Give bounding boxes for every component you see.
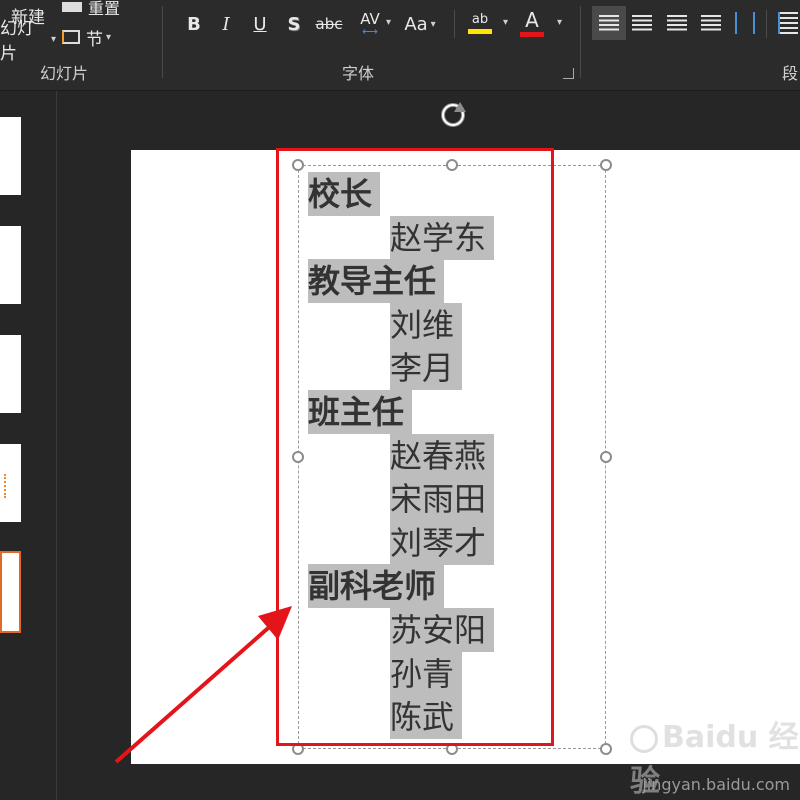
highlight-color-bar <box>468 29 492 34</box>
chevron-down-icon: ▾ <box>106 31 112 43</box>
toolbar-separator <box>766 10 767 38</box>
font-color-button[interactable]: A <box>518 8 546 38</box>
align-center-icon[interactable] <box>632 15 652 31</box>
justify-icon[interactable] <box>701 15 721 31</box>
dialog-launcher-icon[interactable] <box>563 68 574 79</box>
group-label-paragraph: 段 <box>782 64 799 83</box>
reset-icon <box>62 2 82 12</box>
highlight-button[interactable]: ab <box>466 8 494 38</box>
shadow-button[interactable]: S <box>284 12 304 36</box>
resize-handle-bottom-right[interactable] <box>600 743 612 755</box>
change-case-button[interactable]: Aa ▾ <box>400 12 440 36</box>
section-icon <box>62 30 80 44</box>
align-right-icon[interactable] <box>667 15 687 31</box>
group-label-slides: 幻灯片 <box>40 64 89 83</box>
slide-thumbnail-selected[interactable] <box>0 551 21 633</box>
chevron-down-icon: ▾ <box>430 18 436 30</box>
toolbar-separator <box>454 10 455 38</box>
chevron-down-icon: ▾ <box>557 17 563 28</box>
rotate-handle-icon[interactable] <box>438 100 468 130</box>
char-spacing-button[interactable]: AV ⟷ <box>350 8 390 38</box>
distributed-align-icon[interactable] <box>735 12 755 34</box>
annotation-highlight-box <box>276 148 554 746</box>
new-slide-button[interactable]: 幻灯片 ▾ <box>0 19 56 64</box>
double-arrow-icon: ⟷ <box>362 25 378 38</box>
underline-button[interactable]: U <box>250 12 270 36</box>
font-color-bar <box>520 31 544 37</box>
slide-thumbnail[interactable] <box>0 444 21 522</box>
thumbnail-content <box>4 474 14 498</box>
chevron-down-icon: ▾ <box>503 17 509 28</box>
group-separator <box>580 6 581 78</box>
strikethrough-button[interactable]: abc <box>314 12 344 36</box>
bold-button[interactable]: B <box>184 12 204 36</box>
watermark-url: jingyan.baidu.com <box>642 775 790 794</box>
paw-icon <box>630 724 658 753</box>
align-left-button[interactable] <box>592 6 626 40</box>
columns-icon[interactable] <box>778 12 798 34</box>
ribbon: 新建 幻灯片 ▾ 重置 节 ▾ 幻灯片 B I U S abc AV ⟷ ▾ Aa ▾… <box>0 0 800 91</box>
resize-handle-right[interactable] <box>600 451 612 463</box>
section-button[interactable]: 节 ▾ <box>62 26 112 50</box>
resize-handle-top-right[interactable] <box>600 159 612 171</box>
slide-thumbnail[interactable] <box>0 117 21 195</box>
align-left-icon <box>599 15 619 31</box>
slide-thumbnail[interactable] <box>0 335 21 413</box>
italic-button[interactable]: I <box>216 12 236 36</box>
chevron-down-icon: ▾ <box>386 17 392 28</box>
chevron-down-icon: ▾ <box>50 33 56 45</box>
group-label-font: 字体 <box>342 64 375 83</box>
group-separator <box>162 6 163 78</box>
slide-thumbnail-panel <box>0 91 57 800</box>
slide-thumbnail[interactable] <box>0 226 21 304</box>
reset-button[interactable]: 重置 <box>62 0 120 18</box>
